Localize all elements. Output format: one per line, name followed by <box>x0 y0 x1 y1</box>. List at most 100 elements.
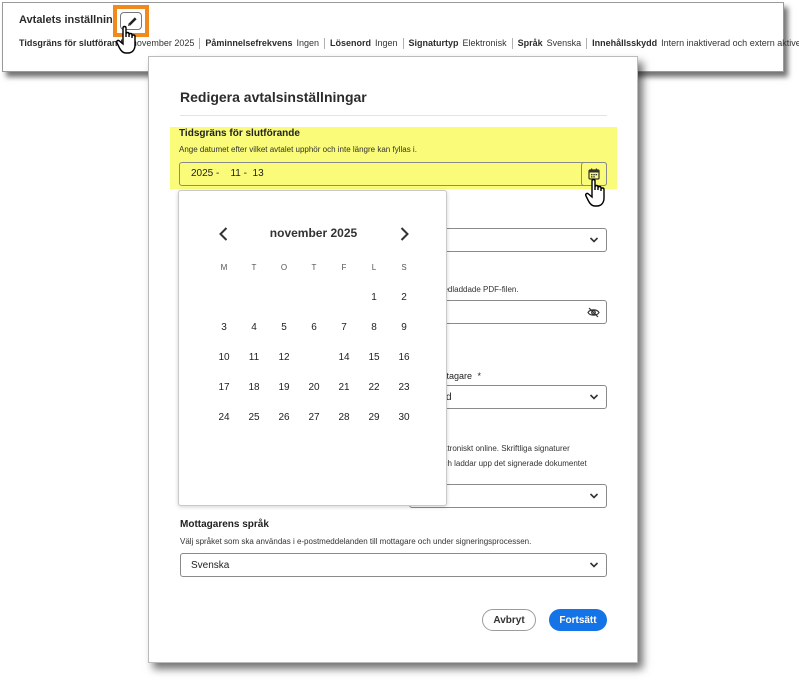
calendar-day[interactable]: 16 <box>389 347 419 369</box>
calendar-day-number: 29 <box>368 412 380 423</box>
calendar-day[interactable]: 23 <box>389 377 419 399</box>
weekday-label: F <box>341 263 347 272</box>
weekday-label: T <box>311 263 317 272</box>
chevron-down-icon <box>589 493 599 499</box>
weekday-label: L <box>371 263 377 272</box>
summary-value: Intern inaktiverad och extern aktiverad <box>661 38 799 48</box>
calendar-day-number: 17 <box>218 382 230 393</box>
date-picker-popover: november 2025 MTOTFLS 1 2 3 4 5 6 7 8 9 10 11 12 13 1… <box>178 190 447 506</box>
calendar-day-number: 26 <box>278 412 290 423</box>
calendar-day[interactable]: 18 <box>239 377 269 399</box>
cancel-button[interactable]: Avbryt <box>482 609 536 631</box>
calendar-day[interactable]: 6 <box>299 317 329 339</box>
weekday-label: M <box>220 263 228 272</box>
calendar-day[interactable]: 11 <box>239 347 269 369</box>
calendar-day-number: 28 <box>338 412 350 423</box>
dialog-divider <box>180 115 607 116</box>
summary-value: Ingen <box>375 38 398 48</box>
calendar-day-number: 22 <box>368 382 380 393</box>
calendar-day-number: 19 <box>278 382 290 393</box>
summary-label: Påminnelsefrekvens <box>205 38 293 48</box>
summary-separator <box>323 38 325 50</box>
date-value: 2025 - 11 - 13 <box>191 168 264 179</box>
language-value: Svenska <box>191 560 230 571</box>
calendar-day-number: 11 <box>248 352 260 363</box>
calendar-day-number: 7 <box>341 322 347 333</box>
summary-item: Lösenord Ingen <box>330 38 398 48</box>
calendar-day[interactable]: 19 <box>269 377 299 399</box>
deadline-section: Tidsgräns för slutförande Ange datumet e… <box>170 127 617 189</box>
calendar-day[interactable]: 26 <box>269 407 299 429</box>
summary-separator <box>511 38 513 50</box>
calendar-day[interactable]: 14 <box>329 347 359 369</box>
language-select[interactable]: Svenska <box>180 553 607 577</box>
calendar-day-selected[interactable]: 13 <box>299 345 329 369</box>
chevron-down-icon <box>589 562 599 568</box>
calendar-day[interactable]: 12 <box>269 347 299 369</box>
chevron-down-icon <box>589 237 599 243</box>
continue-button[interactable]: Fortsätt <box>549 609 607 631</box>
calendar-day[interactable]: 28 <box>329 407 359 429</box>
summary-item: Tidsgräns för slutförande november 2025 <box>19 38 194 48</box>
calendar-day-number: 4 <box>251 322 257 333</box>
calendar-day[interactable]: 21 <box>329 377 359 399</box>
language-help-text: Välj språket som ska användas i e-postme… <box>180 537 532 546</box>
calendar-day-number: 10 <box>218 352 230 363</box>
calendar-day-number: 6 <box>311 322 317 333</box>
summary-label: Tidsgräns för slutförande <box>19 38 128 48</box>
calendar-day-number: 24 <box>218 412 230 423</box>
summary-label: Språk <box>517 38 543 48</box>
hand-cursor-icon <box>116 25 136 54</box>
calendar-day[interactable]: 20 <box>299 377 329 399</box>
calendar-day[interactable]: 8 <box>359 317 389 339</box>
hand-cursor-icon <box>585 178 605 207</box>
calendar-day-number: 5 <box>281 322 287 333</box>
calendar-day[interactable]: 5 <box>269 317 299 339</box>
summary-label: Signaturtyp <box>408 38 459 48</box>
weekday-label: S <box>401 263 407 272</box>
weekday-label: T <box>251 263 257 272</box>
calendar-day[interactable]: 25 <box>239 407 269 429</box>
calendar-day[interactable]: 1 <box>359 287 389 309</box>
calendar-day[interactable]: 15 <box>359 347 389 369</box>
calendar-day-number: 18 <box>248 382 260 393</box>
calendar-day[interactable]: 22 <box>359 377 389 399</box>
language-label: Mottagarens språk <box>180 519 269 530</box>
summary-label: Lösenord <box>329 38 371 48</box>
deadline-date-input[interactable]: 2025 - 11 - 13 <box>179 162 607 186</box>
summary-label: Innehållsskydd <box>592 38 658 48</box>
calendar-day[interactable]: 24 <box>209 407 239 429</box>
calendar-day[interactable]: 29 <box>359 407 389 429</box>
eye-off-icon[interactable] <box>587 307 600 318</box>
calendar-day[interactable]: 3 <box>209 317 239 339</box>
calendar-day-number: 13 <box>308 352 320 363</box>
calendar-day[interactable]: 10 <box>209 347 239 369</box>
summary-value: Svenska <box>546 38 582 48</box>
calendar-day-number: 21 <box>338 382 350 393</box>
calendar-day[interactable]: 9 <box>389 317 419 339</box>
calendar-day-number: 30 <box>398 412 410 423</box>
chevron-right-icon[interactable] <box>395 225 413 243</box>
calendar-day[interactable]: 17 <box>209 377 239 399</box>
calendar-day-number: 3 <box>221 322 227 333</box>
summary-value: Ingen <box>296 38 319 48</box>
deadline-help-text: Ange datumet efter vilket avtalet upphör… <box>179 145 417 154</box>
calendar-day-number: 16 <box>398 352 410 363</box>
calendar-day-number: 20 <box>308 382 320 393</box>
summary-value: Elektronisk <box>462 38 507 48</box>
summary-separator <box>586 38 588 50</box>
calendar-day[interactable]: 30 <box>389 407 419 429</box>
dialog-title: Redigera avtalsinställningar <box>180 89 367 105</box>
summary-item: Signaturtyp Elektronisk <box>409 38 507 48</box>
calendar-day[interactable]: 4 <box>239 317 269 339</box>
calendar-day[interactable]: 27 <box>299 407 329 429</box>
calendar-day-number: 25 <box>248 412 260 423</box>
summary-value: november 2025 <box>131 38 195 48</box>
summary-separator <box>402 38 404 50</box>
calendar-day-number: 27 <box>308 412 320 423</box>
calendar-day-number: 15 <box>368 352 380 363</box>
calendar-day-number: 8 <box>371 322 377 333</box>
summary-item: Innehållsskydd Intern inaktiverad och ext… <box>592 38 799 48</box>
calendar-day[interactable]: 7 <box>329 317 359 339</box>
calendar-day[interactable]: 2 <box>389 287 419 309</box>
